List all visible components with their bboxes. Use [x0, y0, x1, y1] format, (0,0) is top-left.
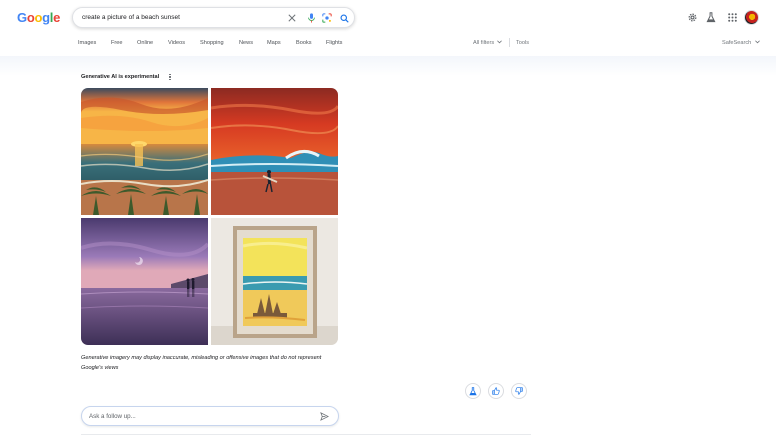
send-icon[interactable]	[320, 412, 329, 421]
logo-letter: e	[53, 10, 61, 25]
divider	[81, 434, 531, 435]
gear-icon[interactable]	[686, 11, 698, 23]
search-input[interactable]: create a picture of a beach sunset	[82, 8, 180, 28]
logo-letter: o	[34, 10, 43, 25]
search-box[interactable]: create a picture of a beach sunset	[72, 7, 355, 28]
thumbs-down-button[interactable]	[511, 383, 527, 399]
labs-flask-icon	[469, 386, 477, 395]
tab-videos[interactable]: Videos	[168, 37, 185, 49]
tab-free[interactable]: Free	[111, 37, 123, 49]
disclaimer-line: Google's views	[81, 365, 119, 371]
generated-image-grid	[81, 88, 338, 345]
chevron-down-icon	[496, 40, 502, 44]
tab-images[interactable]: Images	[78, 37, 96, 49]
all-filters-label: All filters	[473, 40, 495, 46]
close-icon[interactable]	[286, 12, 298, 24]
chevron-down-icon	[754, 40, 760, 44]
tab-books[interactable]: Books	[296, 37, 312, 49]
tab-online[interactable]: Online	[137, 37, 153, 49]
generated-image-sunset-ocean[interactable]	[81, 88, 208, 215]
thumbs-up-icon	[492, 387, 500, 395]
ai-disclaimer: Generative imagery may display inaccurat…	[81, 353, 341, 373]
tab-news[interactable]: News	[239, 37, 253, 49]
follow-up-box[interactable]: Ask a follow up...	[81, 406, 339, 426]
all-filters-button[interactable]: All filters	[473, 37, 502, 49]
divider	[509, 38, 510, 47]
thumbs-down-icon	[515, 387, 523, 395]
generative-ai-label: Generative AI is experimental	[81, 74, 160, 80]
labs-feedback-button[interactable]	[465, 383, 481, 399]
logo-letter: o	[26, 10, 35, 25]
generated-image-purple-dusk[interactable]	[81, 218, 208, 345]
more-options-icon[interactable]	[167, 73, 173, 81]
google-logo[interactable]: Google	[17, 10, 60, 26]
search-icon[interactable]	[338, 12, 350, 24]
avatar[interactable]	[744, 10, 759, 25]
thumbs-up-button[interactable]	[488, 383, 504, 399]
lens-icon[interactable]	[321, 12, 333, 24]
generated-image-framed-painting[interactable]	[211, 218, 338, 345]
logo-letter: G	[17, 10, 27, 25]
tools-button[interactable]: Tools	[516, 37, 529, 49]
safesearch-button[interactable]: SafeSearch	[722, 37, 760, 49]
labs-flask-icon[interactable]	[705, 11, 717, 23]
mic-icon[interactable]	[305, 12, 317, 24]
logo-letter: g	[42, 10, 50, 25]
generated-image-red-sky-surfer[interactable]	[211, 88, 338, 215]
tab-shopping[interactable]: Shopping	[200, 37, 224, 49]
safesearch-label: SafeSearch	[722, 40, 752, 46]
tab-flights[interactable]: Flights	[326, 37, 342, 49]
disclaimer-line: Generative imagery may display inaccurat…	[81, 355, 322, 361]
tab-maps[interactable]: Maps	[267, 37, 281, 49]
apps-grid-icon[interactable]	[726, 11, 738, 23]
follow-up-input[interactable]: Ask a follow up...	[89, 407, 136, 426]
